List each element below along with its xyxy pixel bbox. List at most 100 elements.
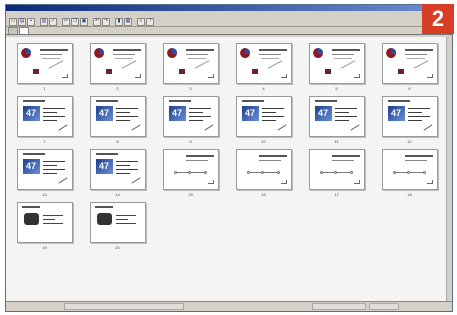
slide-heading-text: [242, 100, 264, 102]
cut-icon[interactable]: ✂: [62, 17, 70, 26]
zoom-icon[interactable]: ⌕: [137, 17, 145, 26]
slide-item[interactable]: 6: [376, 43, 444, 91]
slide-caption: 2: [85, 86, 151, 91]
toolbar-separator: [111, 18, 114, 26]
slide-thumbnail[interactable]: 47: [236, 96, 292, 137]
flow-connector: [395, 172, 425, 173]
new-icon[interactable]: ▭: [9, 17, 17, 26]
vertical-scrollbar[interactable]: [446, 37, 452, 303]
slide-caption: 5: [304, 86, 370, 91]
chart-icon[interactable]: ▮: [115, 17, 123, 26]
help-icon[interactable]: ?: [146, 17, 154, 26]
undo-icon[interactable]: ↶: [93, 17, 101, 26]
slide-item[interactable]: 18: [376, 149, 444, 197]
slide-thumbnail[interactable]: 47: [382, 96, 438, 137]
slide-item[interactable]: 47 7: [11, 96, 79, 144]
slide-number: 3: [189, 86, 192, 91]
slide-number: 8: [116, 139, 119, 144]
bullet-line: [262, 116, 284, 117]
arrow-mark: [350, 124, 360, 131]
slide-thumbnail[interactable]: [163, 149, 219, 190]
slide-caption: 7: [12, 139, 78, 144]
number-box: 47: [388, 106, 405, 121]
slide-item[interactable]: 17: [303, 149, 371, 197]
slide-item[interactable]: 4: [230, 43, 298, 91]
slide-thumbnail[interactable]: 47: [90, 96, 146, 137]
connector-line: [121, 60, 137, 69]
slide-thumbnail[interactable]: [17, 43, 73, 84]
slide-thumbnail[interactable]: 47: [163, 96, 219, 137]
connector-line: [267, 60, 283, 69]
copy-icon[interactable]: ❐: [71, 17, 79, 26]
bullet-line: [116, 112, 130, 113]
slide-item[interactable]: 47 11: [303, 96, 371, 144]
slide-caption: 1: [12, 86, 78, 91]
slide-thumbnail[interactable]: [236, 43, 292, 84]
table-icon[interactable]: ▦: [124, 17, 132, 26]
status-cell-3: [369, 303, 399, 310]
marker-shape: [398, 69, 404, 74]
slide-caption: 20: [85, 245, 151, 250]
box-number: 47: [391, 108, 402, 118]
slide-item[interactable]: 47 12: [376, 96, 444, 144]
slide-thumbnail[interactable]: [309, 43, 365, 84]
slide-item[interactable]: 47 14: [84, 149, 152, 197]
slide-item[interactable]: 19: [11, 202, 79, 250]
pie-chart-icon: [240, 48, 250, 58]
bullet-line: [116, 173, 130, 174]
slide-item[interactable]: 5: [303, 43, 371, 91]
view-tab[interactable]: [19, 27, 29, 34]
print-icon[interactable]: ▥: [40, 17, 48, 26]
bullet-line: [116, 219, 128, 220]
slide-heading-text: [23, 153, 45, 155]
connector-line: [194, 60, 210, 69]
slide-item[interactable]: 3: [157, 43, 225, 91]
arrow-mark: [204, 124, 214, 131]
slide-thumbnail[interactable]: [382, 43, 438, 84]
spell-icon[interactable]: ✓: [49, 17, 57, 26]
arrow-mark: [131, 124, 141, 131]
bullet-line: [116, 116, 138, 117]
bullet-lines: [43, 161, 65, 177]
open-icon[interactable]: ▤: [18, 17, 26, 26]
slide-thumbnail[interactable]: [17, 202, 73, 243]
save-icon[interactable]: ▪: [27, 17, 35, 26]
slide-number: 7: [43, 139, 46, 144]
corner-mark: [354, 180, 360, 184]
slide-item[interactable]: 1: [11, 43, 79, 91]
redo-icon[interactable]: ↷: [102, 17, 110, 26]
number-box: 47: [96, 106, 113, 121]
slide-thumbnail[interactable]: 47: [309, 96, 365, 137]
slide-item[interactable]: 15: [157, 149, 225, 197]
bullet-line: [335, 112, 349, 113]
slide-heading-text: [186, 155, 214, 157]
slide-thumbnail[interactable]: [90, 202, 146, 243]
slide-item[interactable]: 47 13: [11, 149, 79, 197]
view-tab[interactable]: [8, 27, 18, 34]
slide-number: 16: [261, 192, 266, 197]
slide-thumbnail[interactable]: 47: [90, 149, 146, 190]
bullet-line: [189, 112, 203, 113]
slide-thumbnail[interactable]: [236, 149, 292, 190]
slide-thumbnail[interactable]: [90, 43, 146, 84]
slide-item[interactable]: 47 8: [84, 96, 152, 144]
slide-number: 4: [262, 86, 265, 91]
flow-node: [188, 171, 191, 174]
slide-thumbnail[interactable]: 47: [17, 149, 73, 190]
toolbar-separator: [36, 18, 39, 26]
slide-thumbnail[interactable]: [382, 149, 438, 190]
slide-item[interactable]: 47 10: [230, 96, 298, 144]
slide-item[interactable]: 2: [84, 43, 152, 91]
slide-item[interactable]: 16: [230, 149, 298, 197]
slide-thumbnail[interactable]: 47: [17, 96, 73, 137]
slide-thumbnail[interactable]: [309, 149, 365, 190]
slide-sorter-pane[interactable]: 1 2 3 4 5 6 47 7 47 8 47 9 47 10 47 11 47 12 47 13 47 14 15 16 1…: [6, 37, 452, 303]
slide-heading-text: [113, 49, 141, 51]
slide-item[interactable]: 47 9: [157, 96, 225, 144]
paste-icon[interactable]: ▣: [80, 17, 88, 26]
slide-item[interactable]: 20: [84, 202, 152, 250]
arrow-mark: [277, 124, 287, 131]
slide-number: 18: [407, 192, 412, 197]
box-number: 47: [99, 108, 110, 118]
slide-thumbnail[interactable]: [163, 43, 219, 84]
